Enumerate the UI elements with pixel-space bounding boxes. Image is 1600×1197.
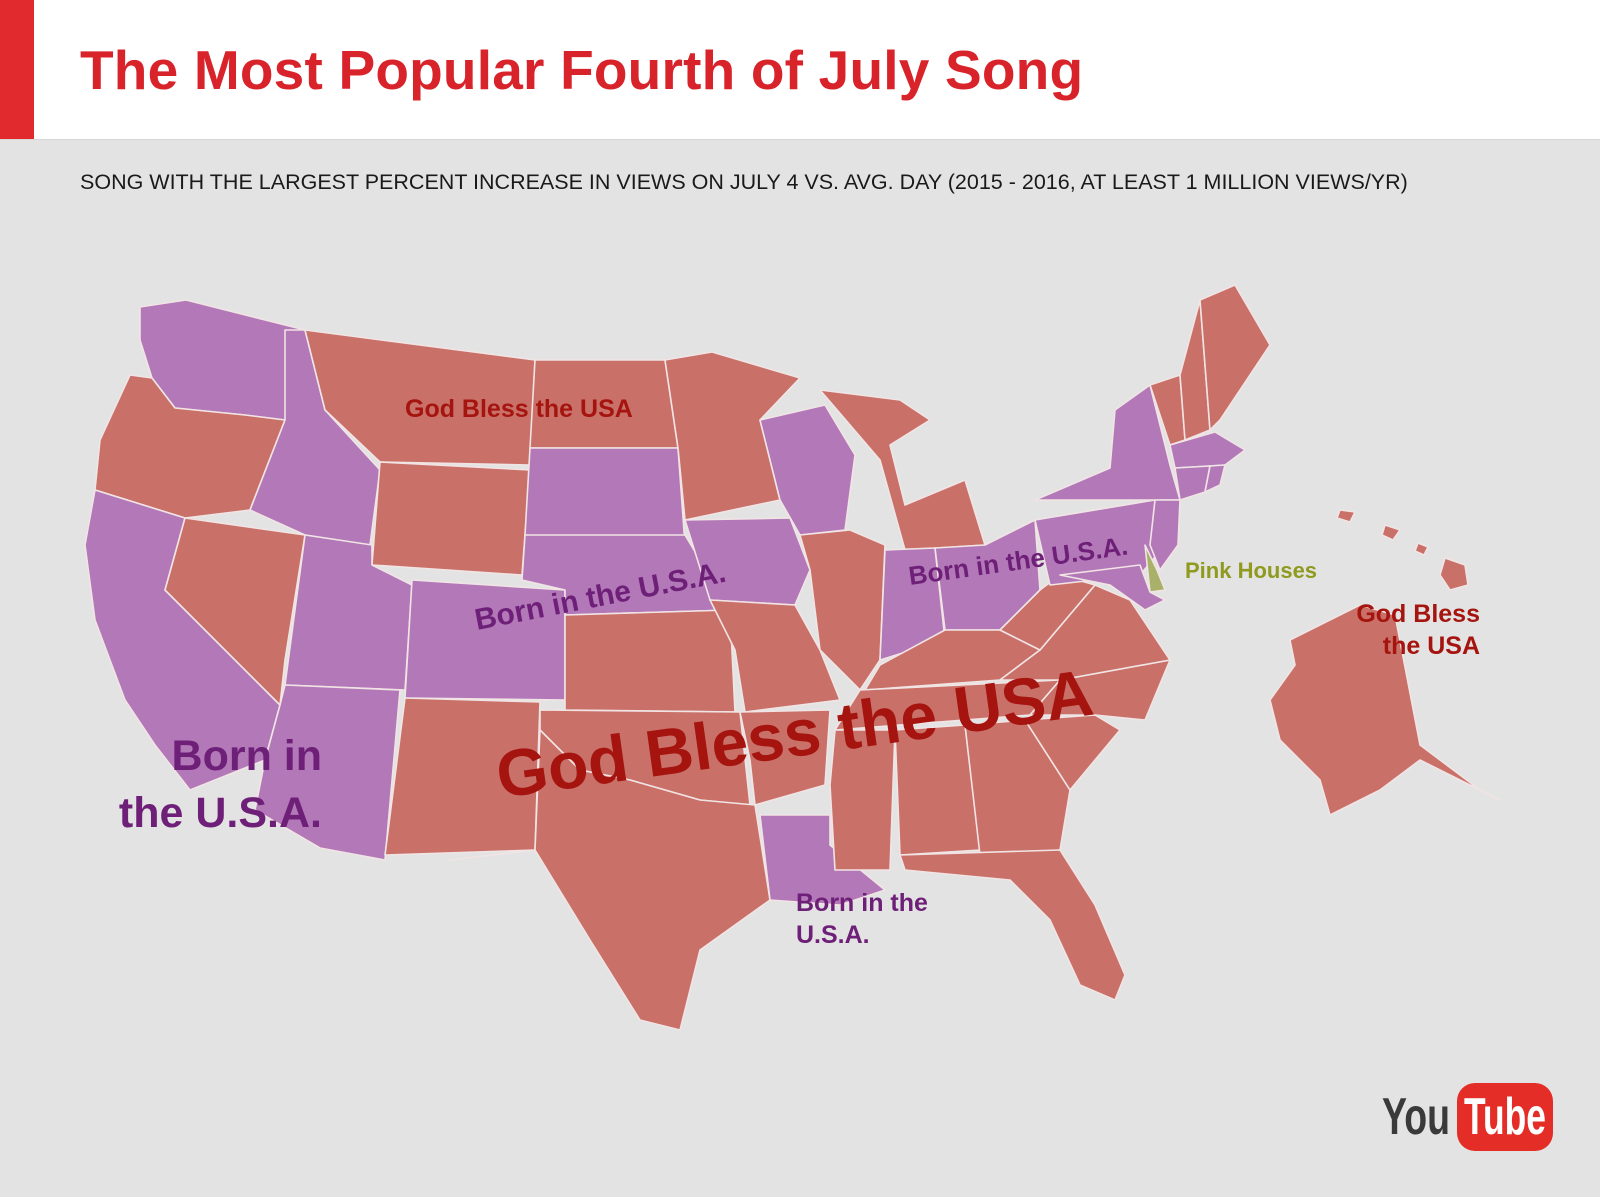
state-florida (899, 849, 1126, 1001)
state-layer (84, 284, 1501, 1031)
state-maine (1199, 284, 1271, 431)
state-wisconsin (759, 404, 856, 536)
state-kansas (564, 609, 736, 713)
label-god-bless-alaska-2: the USA (1383, 632, 1480, 660)
label-born-louisiana-2: U.S.A. (796, 921, 870, 949)
label-born-west-1: Born in (172, 732, 322, 780)
state-connecticut (1174, 465, 1211, 501)
label-god-bless-north: God Bless the USA (405, 395, 633, 423)
label-god-bless-alaska-1: God Bless (1356, 600, 1480, 628)
state-wyoming (371, 461, 531, 576)
youtube-logo[interactable]: You Tube (1382, 1083, 1553, 1151)
state-hawaii (1336, 509, 1469, 591)
state-south-dakota (524, 447, 686, 546)
state-new-jersey (1149, 499, 1181, 571)
label-pink-houses: Pink Houses (1185, 558, 1317, 583)
youtube-logo-you: You (1382, 1088, 1450, 1146)
us-map: God Bless the USA God Bless the USA God … (84, 284, 1553, 1151)
youtube-logo-tube: Tube (1464, 1088, 1546, 1146)
label-born-west-2: the U.S.A. (119, 789, 322, 837)
label-born-louisiana-1: Born in the (796, 889, 928, 917)
